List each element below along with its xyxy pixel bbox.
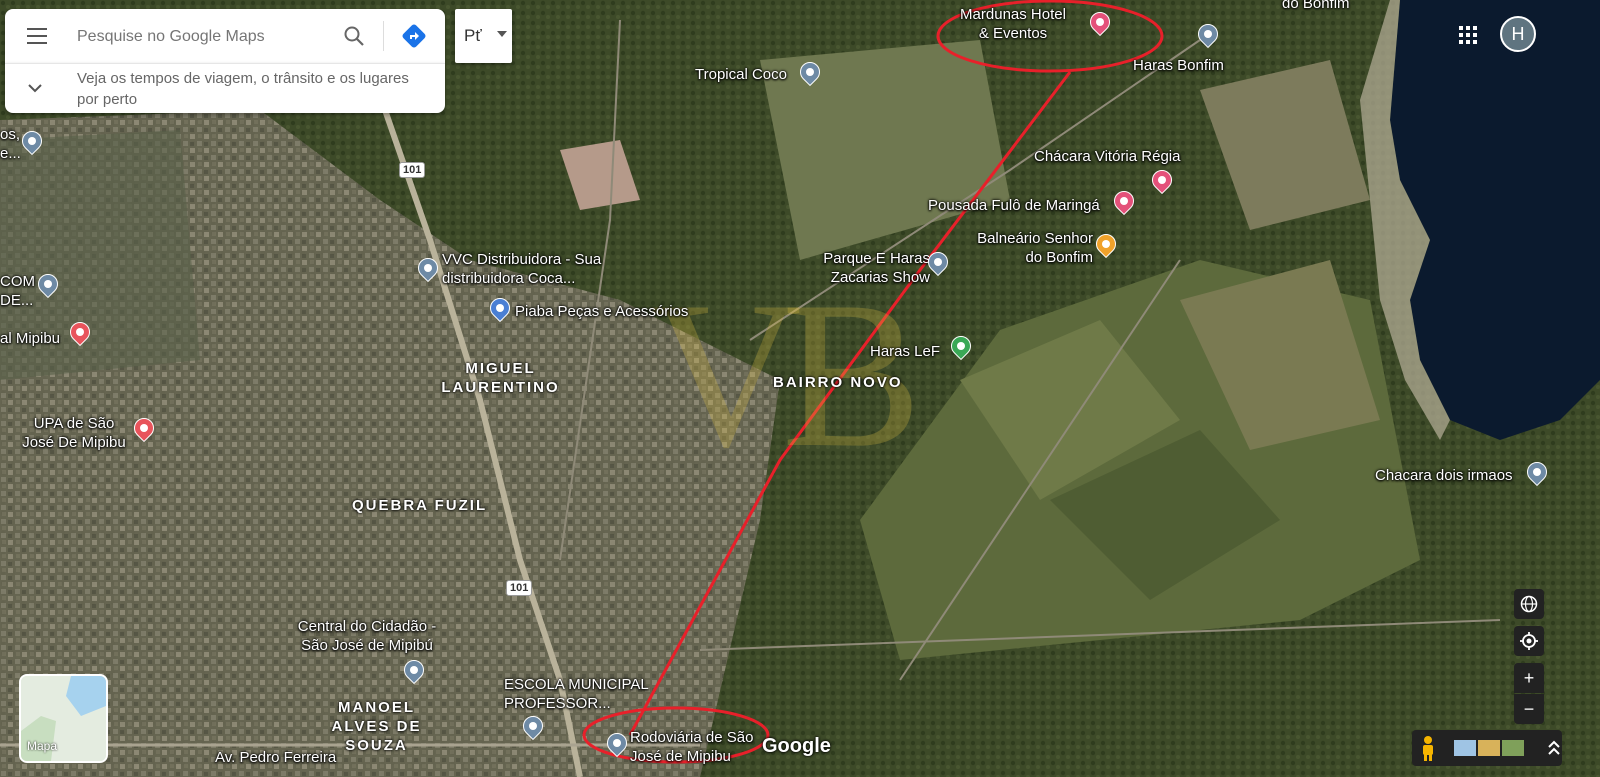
place-label: do Bonfim bbox=[1282, 0, 1350, 12]
layer-toggle-label: Mapa bbox=[27, 739, 58, 753]
place-label[interactable]: Central do Cidadão - São José de Mipibú bbox=[287, 617, 447, 655]
minus-icon: − bbox=[1523, 699, 1535, 719]
language-button[interactable]: Pť bbox=[455, 9, 512, 63]
my-location-button[interactable] bbox=[1514, 626, 1544, 656]
imagery-thumb-3[interactable] bbox=[1502, 740, 1524, 756]
avatar[interactable]: H bbox=[1500, 16, 1536, 52]
place-label[interactable]: COM DE... bbox=[0, 272, 38, 310]
street-label: Av. Pedro Ferreira bbox=[215, 749, 337, 766]
place-label[interactable]: Mardunas Hotel & Eventos bbox=[958, 5, 1068, 43]
nearby-hint-panel[interactable]: Veja os tempos de viagem, o trânsito e o… bbox=[5, 63, 445, 113]
imagery-thumb-2[interactable] bbox=[1478, 740, 1500, 756]
pegman-icon[interactable] bbox=[1420, 735, 1436, 761]
search-box bbox=[5, 9, 445, 63]
language-label: Pť bbox=[464, 26, 482, 45]
place-label[interactable]: Pousada Fulô de Maringá bbox=[928, 196, 1100, 215]
globe-icon bbox=[1520, 595, 1538, 613]
google-logo: Google bbox=[762, 735, 831, 757]
place-label[interactable]: Rodoviária de São José de Mipibu bbox=[630, 728, 765, 766]
neighborhood-manoel-alves-de-souza: MANOEL ALVES DE SOUZA bbox=[331, 699, 422, 754]
directions-icon[interactable] bbox=[401, 23, 427, 49]
place-label[interactable]: UPA de São José De Mipibu bbox=[18, 414, 130, 452]
neighborhood-miguel-laurentino: MIGUEL LAURENTINO bbox=[441, 360, 560, 396]
menu-icon[interactable] bbox=[27, 28, 47, 44]
place-label[interactable]: VVC Distribuidora - Sua distribuidora Co… bbox=[442, 250, 622, 288]
place-label[interactable]: Parque E Haras Zacarias Show bbox=[805, 249, 930, 287]
place-label[interactable]: al Mipibu bbox=[0, 329, 60, 348]
place-label[interactable]: Piaba Peças e Acessórios bbox=[515, 302, 688, 321]
plus-icon: + bbox=[1523, 668, 1535, 688]
place-label[interactable]: Chácara Vitória Régia bbox=[1034, 147, 1180, 166]
road-shield-101-south: 101 bbox=[506, 580, 533, 596]
map-layer-toggle[interactable]: Mapa bbox=[19, 674, 108, 763]
zoom-in-button[interactable]: + bbox=[1514, 663, 1544, 693]
avatar-initial: H bbox=[1511, 24, 1525, 44]
search-input[interactable] bbox=[75, 23, 339, 51]
location-target-icon bbox=[1520, 632, 1538, 650]
neighborhood-quebra-fuzil: QUEBRA FUZIL bbox=[352, 497, 488, 514]
place-label[interactable]: ESCOLA MUNICIPAL PROFESSOR... bbox=[504, 675, 654, 713]
place-label[interactable]: Haras Bonfim bbox=[1133, 56, 1224, 75]
place-label[interactable]: Chacara dois irmaos bbox=[1375, 466, 1513, 485]
chevron-down-icon[interactable] bbox=[27, 82, 43, 94]
place-label[interactable]: Balneário Senhor do Bonfim bbox=[973, 229, 1093, 267]
place-label[interactable]: Haras LeF bbox=[870, 342, 940, 361]
globe-button[interactable] bbox=[1514, 589, 1544, 619]
expand-up-icon[interactable] bbox=[1548, 740, 1560, 756]
place-label[interactable]: Tropical Coco bbox=[695, 65, 787, 84]
place-label[interactable]: os, e... bbox=[0, 125, 21, 163]
road-shield-101-north: 101 bbox=[399, 162, 426, 178]
search-icon[interactable] bbox=[343, 25, 365, 47]
dropdown-arrow-icon[interactable] bbox=[497, 31, 507, 37]
nearby-hint-text: Veja os tempos de viagem, o trânsito e o… bbox=[77, 70, 409, 108]
zoom-out-button[interactable]: − bbox=[1514, 694, 1544, 724]
apps-grid-icon[interactable] bbox=[1458, 25, 1478, 45]
imagery-thumb-1[interactable] bbox=[1454, 740, 1476, 756]
neighborhood-bairro-novo: BAIRRO NOVO bbox=[773, 374, 903, 391]
